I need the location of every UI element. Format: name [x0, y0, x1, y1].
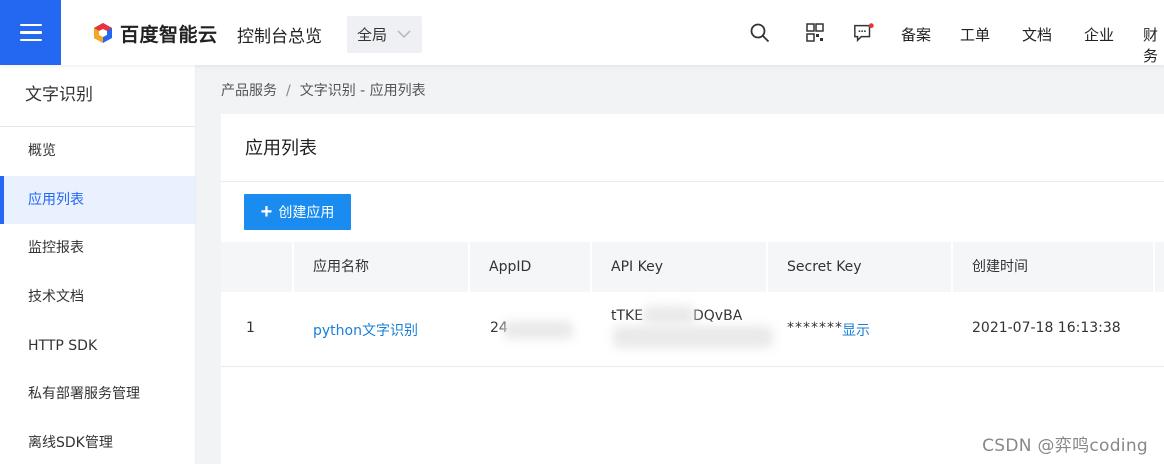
secret-key-masked: *******	[787, 320, 843, 336]
search-icon[interactable]	[749, 22, 771, 44]
breadcrumb: 产品服务 / 文字识别 - 应用列表	[221, 80, 426, 100]
page-title: 应用列表	[245, 138, 317, 159]
column-header-api-key: API Key	[611, 259, 663, 275]
brand-name: 百度智能云	[120, 23, 218, 46]
column-divider	[468, 242, 470, 292]
breadcrumb-root[interactable]: 产品服务	[221, 83, 277, 99]
console-overview-link[interactable]: 控制台总览	[237, 22, 322, 47]
nav-link-enterprise[interactable]: 企业	[1084, 24, 1114, 45]
app-list-panel: 应用列表 + 创建应用 应用名称 AppID API Key Secret Ke…	[221, 114, 1164, 464]
sidebar-item-monitoring[interactable]: 监控报表	[0, 224, 195, 273]
scope-select[interactable]: 全局	[347, 16, 422, 53]
notification-dot	[868, 23, 874, 29]
plus-icon: +	[260, 201, 273, 223]
sidebar-item-private-deploy[interactable]: 私有部署服务管理	[0, 370, 195, 419]
column-header-secret-key: Secret Key	[787, 259, 862, 275]
column-divider	[951, 242, 953, 292]
nav-link-filing[interactable]: 备案	[901, 24, 931, 45]
brand-logo[interactable]: 百度智能云	[92, 20, 218, 46]
watermark: CSDN @弈鸣coding	[982, 436, 1148, 456]
nav-link-finance[interactable]: 财务	[1143, 24, 1164, 66]
app-table: 应用名称 AppID API Key Secret Key 创建时间 1 pyt…	[221, 242, 1164, 367]
table-row: 1 python文字识别 24 tTKE DQvBA ******* 显示 20…	[221, 292, 1164, 367]
column-divider	[292, 242, 294, 292]
column-header-appid: AppID	[489, 259, 532, 275]
create-app-label: 创建应用	[278, 204, 335, 220]
sidebar-item-overview[interactable]: 概览	[0, 127, 195, 176]
sidebar: 文字识别 概览 应用列表 监控报表 技术文档 HTTP SDK 私有部署服务管理…	[0, 65, 196, 464]
sidebar-item-http-sdk[interactable]: HTTP SDK	[0, 322, 195, 371]
sidebar-title: 文字识别	[0, 65, 195, 127]
create-app-button[interactable]: + 创建应用	[244, 194, 351, 230]
api-key-value: tTKE	[611, 308, 644, 324]
table-header: 应用名称 AppID API Key Secret Key 创建时间	[221, 242, 1164, 292]
redacted-blur	[503, 321, 573, 339]
column-divider	[766, 242, 768, 292]
column-divider	[590, 242, 592, 292]
api-key-tail: DQvBA	[693, 308, 743, 324]
nav-link-ticket[interactable]: 工单	[960, 24, 990, 45]
menu-toggle-button[interactable]	[0, 0, 61, 65]
breadcrumb-separator: /	[286, 83, 291, 99]
message-icon[interactable]	[853, 22, 875, 44]
divider	[221, 181, 1164, 182]
show-secret-link[interactable]: 显示	[842, 320, 870, 340]
scope-selected-value: 全局	[357, 26, 388, 44]
row-index: 1	[246, 320, 255, 336]
nav-link-docs[interactable]: 文档	[1022, 24, 1052, 45]
column-header-app-name: 应用名称	[313, 259, 369, 275]
chevron-down-icon	[397, 30, 411, 39]
qrcode-icon[interactable]	[804, 22, 826, 44]
app-name-link[interactable]: python文字识别	[313, 320, 418, 340]
cloud-logo-icon	[94, 23, 112, 43]
sidebar-item-tech-docs[interactable]: 技术文档	[0, 273, 195, 322]
created-time-value: 2021-07-18 16:13:38	[972, 320, 1121, 336]
sidebar-item-offline-sdk[interactable]: 离线SDK管理	[0, 419, 195, 468]
top-navbar: 百度智能云 控制台总览 全局 备案 工单 文档 企业 财务	[0, 0, 1164, 65]
hamburger-icon	[19, 23, 42, 42]
redacted-blur	[643, 306, 695, 324]
sidebar-item-app-list[interactable]: 应用列表	[0, 175, 195, 225]
breadcrumb-current: 文字识别 - 应用列表	[299, 83, 426, 99]
column-divider	[1153, 242, 1155, 292]
redacted-blur	[613, 326, 773, 348]
column-header-created-time: 创建时间	[972, 259, 1028, 275]
